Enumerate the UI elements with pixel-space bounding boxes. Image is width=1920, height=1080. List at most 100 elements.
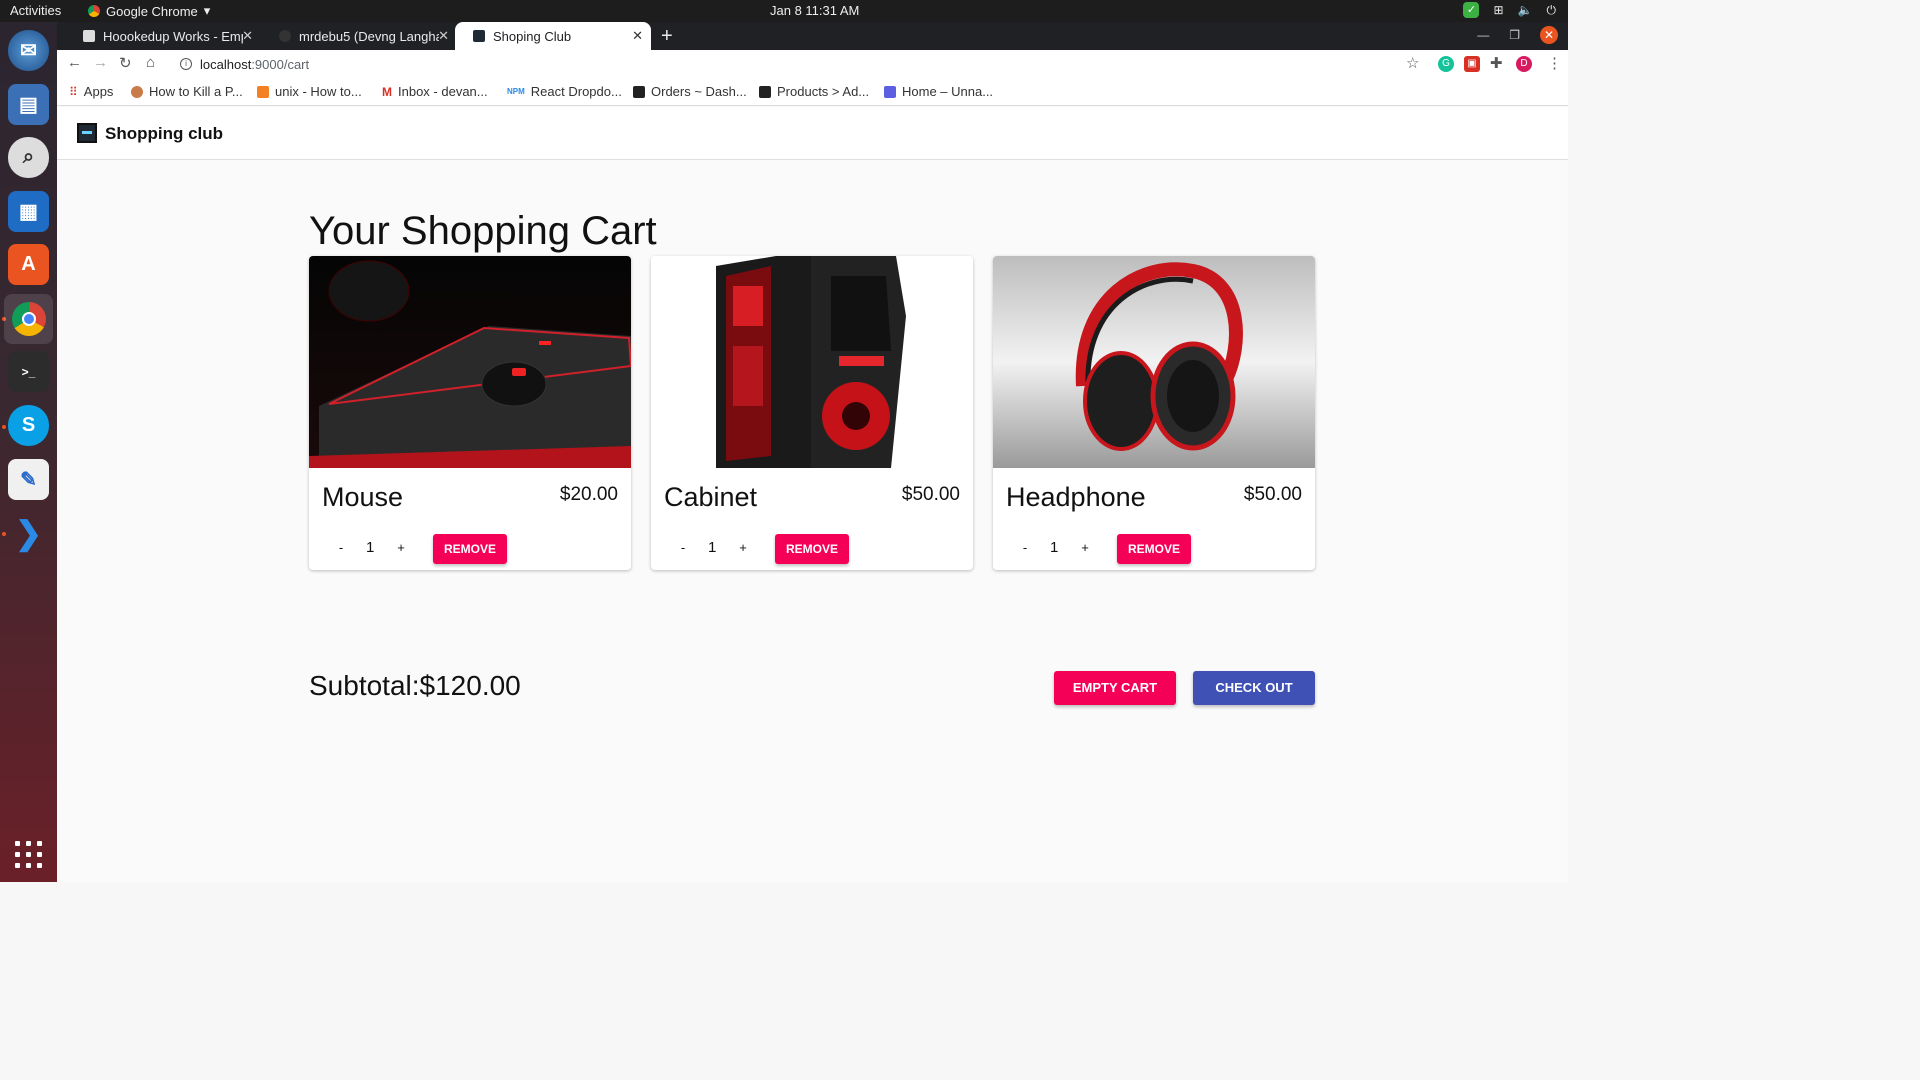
browser-window: Hoookedup Works - Empl ✕ mrdebu5 (Devng …: [57, 22, 1568, 882]
decrease-quantity-button[interactable]: -: [675, 540, 691, 555]
site-icon: [131, 85, 143, 98]
shield-check-icon[interactable]: ✓: [1463, 2, 1480, 18]
cart-item-headphone: Headphone $50.00 - 1 + REMOVE: [993, 256, 1315, 570]
bookmark-item[interactable]: Products > Ad...: [759, 84, 869, 99]
tab-title: Shoping Club: [493, 28, 572, 44]
reload-icon[interactable]: ↻: [119, 54, 132, 72]
info-icon[interactable]: i: [180, 58, 192, 70]
close-icon[interactable]: ✕: [632, 28, 643, 44]
quantity-value: 1: [366, 539, 375, 556]
volume-icon[interactable]: 🔈: [1518, 3, 1533, 17]
increase-quantity-button[interactable]: +: [1077, 540, 1093, 555]
skype-icon[interactable]: S: [8, 405, 49, 446]
running-indicator: [2, 532, 6, 536]
bookmark-label: unix - How to...: [275, 84, 362, 99]
bookmark-label: Inbox - devan...: [398, 84, 488, 99]
close-icon[interactable]: ✕: [242, 28, 253, 44]
app-menu[interactable]: Google Chrome ▾: [88, 3, 210, 19]
close-window-icon[interactable]: ✕: [1540, 26, 1558, 44]
extension-icon[interactable]: ▣: [1464, 56, 1480, 72]
bookmark-item[interactable]: M Inbox - devan...: [382, 84, 488, 99]
page-icon: [83, 30, 95, 42]
remove-button[interactable]: REMOVE: [1117, 534, 1191, 564]
thunderbird-icon[interactable]: ✉: [8, 30, 49, 71]
increase-quantity-button[interactable]: +: [735, 540, 751, 555]
remove-button[interactable]: REMOVE: [775, 534, 849, 564]
files-icon[interactable]: ▤: [8, 84, 49, 125]
bookmark-label: Home – Unna...: [902, 84, 994, 99]
network-icon[interactable]: ⊞: [1493, 3, 1503, 17]
item-name: Headphone: [1006, 482, 1146, 512]
dashboard-icon: [633, 85, 645, 98]
dock: ✉ ▤ ⌕ ▦ A >_ S ✎ ❯: [0, 22, 57, 882]
minimize-icon[interactable]: —: [1477, 28, 1489, 42]
bookmark-item[interactable]: unix - How to...: [257, 84, 362, 99]
bookmark-label: React Dropdo...: [530, 84, 622, 99]
logo-icon[interactable]: [77, 123, 97, 143]
decrease-quantity-button[interactable]: -: [333, 540, 349, 555]
page-title: Your Shopping Cart: [309, 209, 657, 253]
activities-button[interactable]: Activities: [10, 3, 61, 18]
headphone-product-image: [993, 256, 1315, 468]
power-icon[interactable]: ⏻: [1547, 3, 1557, 18]
menu-icon[interactable]: ⋮: [1547, 54, 1562, 72]
decrease-quantity-button[interactable]: -: [1017, 540, 1033, 555]
admin-icon: [759, 85, 771, 98]
bookmark-label: How to Kill a P...: [149, 84, 243, 99]
text-editor-icon[interactable]: ✎: [8, 459, 49, 500]
grammarly-icon[interactable]: G: [1438, 56, 1454, 72]
close-icon[interactable]: ✕: [438, 28, 449, 44]
quantity-value: 1: [708, 539, 717, 556]
remove-button[interactable]: REMOVE: [433, 534, 507, 564]
bookmark-item[interactable]: Home – Unna...: [884, 84, 993, 99]
writer-icon[interactable]: ▦: [8, 191, 49, 232]
search-icon[interactable]: ⌕: [8, 137, 49, 178]
bookmark-item[interactable]: Orders ~ Dash...: [633, 84, 747, 99]
forward-icon[interactable]: →: [93, 54, 108, 71]
tab-hoookedup[interactable]: Hoookedup Works - Empl ✕: [65, 22, 261, 50]
new-tab-button[interactable]: +: [661, 25, 673, 48]
clock[interactable]: Jan 8 11:31 AM: [770, 3, 859, 18]
bookmark-label: Orders ~ Dash...: [651, 84, 747, 99]
vscode-icon[interactable]: ❯: [8, 512, 49, 553]
cabinet-product-image: [651, 256, 973, 468]
tab-title: Hoookedup Works - Empl: [103, 28, 243, 44]
empty-cart-button[interactable]: EMPTY CART: [1054, 671, 1176, 705]
tab-shoping-club[interactable]: Shoping Club ✕: [455, 22, 651, 50]
cart-item-mouse: Mouse $20.00 - 1 + REMOVE: [309, 256, 631, 570]
puzzle-icon[interactable]: ✚: [1490, 54, 1503, 72]
item-name: Cabinet: [664, 482, 758, 512]
address-bar[interactable]: i localhost:9000/cart: [172, 52, 1432, 76]
restore-icon[interactable]: ❐: [1509, 28, 1520, 42]
check-out-button[interactable]: CHECK OUT: [1193, 671, 1315, 705]
brand-title[interactable]: Shopping club: [105, 124, 223, 144]
tab-github[interactable]: mrdebu5 (Devng Langhar ✕: [261, 22, 457, 50]
avatar[interactable]: D: [1516, 56, 1532, 72]
bookmarks-bar: ⠿ Apps How to Kill a P... unix - How to.…: [57, 78, 1568, 106]
back-icon[interactable]: ←: [67, 54, 82, 71]
cart-item-cabinet: Cabinet $50.00 - 1 + REMOVE: [651, 256, 973, 570]
running-indicator: [2, 425, 6, 429]
home-icon[interactable]: ⌂: [146, 54, 155, 71]
gmail-icon: M: [382, 84, 392, 99]
terminal-icon[interactable]: >_: [8, 351, 49, 392]
star-icon[interactable]: ☆: [1406, 54, 1419, 72]
software-center-icon[interactable]: A: [8, 244, 49, 285]
npm-icon: NPM: [507, 87, 525, 96]
chrome-dock-icon[interactable]: [4, 294, 53, 344]
bookmark-label: Products > Ad...: [777, 84, 870, 99]
app-header: Shopping club: [57, 107, 1568, 160]
show-applications-icon[interactable]: [15, 841, 42, 868]
url-host: localhost: [200, 56, 252, 72]
tab-strip: Hoookedup Works - Empl ✕ mrdebu5 (Devng …: [57, 22, 1568, 50]
url-path: :9000/cart: [251, 56, 310, 72]
system-top-bar: Activities Google Chrome ▾ Jan 8 11:31 A…: [0, 0, 1568, 22]
page-content: Shopping club Your Shopping Cart Mouse $…: [57, 107, 1568, 882]
chrome-icon: [88, 5, 100, 17]
bookmark-item[interactable]: How to Kill a P...: [131, 84, 243, 99]
bookmark-apps[interactable]: ⠿ Apps: [69, 84, 113, 99]
system-tray[interactable]: ✓ ⊞ 🔈 ⏻: [1463, 2, 1556, 18]
bookmark-label: Apps: [83, 84, 114, 99]
bookmark-item[interactable]: NPM React Dropdo...: [507, 84, 622, 99]
increase-quantity-button[interactable]: +: [393, 540, 409, 555]
